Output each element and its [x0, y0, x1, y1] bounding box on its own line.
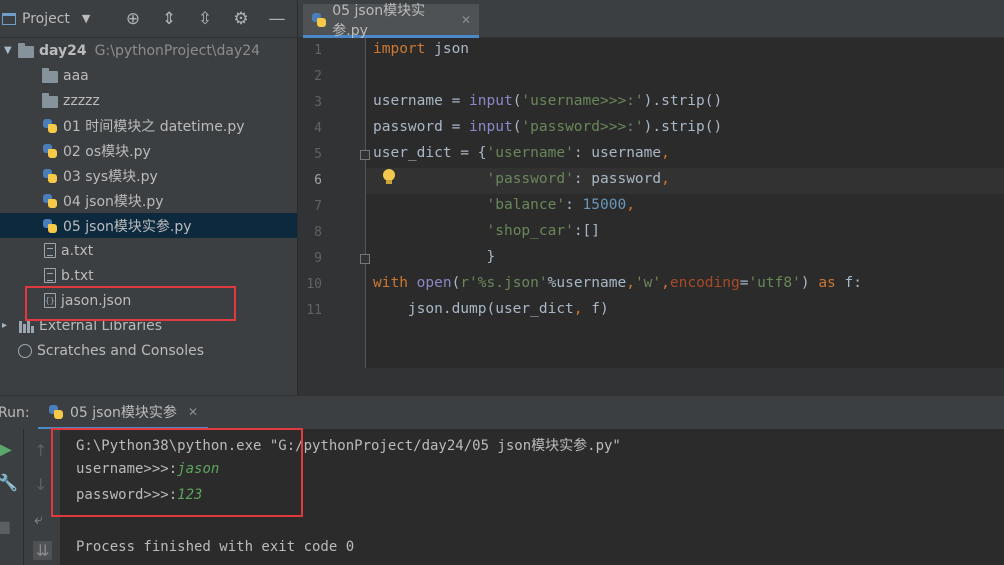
- minimize-icon[interactable]: —: [266, 8, 288, 30]
- line-number: 5: [314, 147, 322, 162]
- rerun-icon[interactable]: ▶: [0, 439, 12, 460]
- editor-footer: [298, 368, 1004, 395]
- code-line: with open(r'%s.json'%username,'w',encodi…: [373, 275, 862, 291]
- scroll-to-end-icon[interactable]: ⇊: [33, 541, 53, 560]
- project-title: Project: [22, 10, 70, 27]
- tree-item-label: aaa: [63, 67, 89, 84]
- chevron-down-icon: ▼: [81, 12, 91, 25]
- code-line: username = input('username>>>:').strip(): [373, 93, 723, 109]
- tree-item-json-py[interactable]: 04 json模块.py: [0, 188, 297, 213]
- editor-tab-label: 05 json模块实参.py: [332, 2, 426, 39]
- tree-item-b-txt[interactable]: b.txt: [0, 263, 297, 288]
- run-tool-window-bar: Run: 05 json模块实参 ✕: [0, 395, 1004, 430]
- close-icon[interactable]: ✕: [461, 13, 471, 27]
- locate-icon[interactable]: ⊕: [122, 8, 144, 30]
- editor-tab[interactable]: 05 json模块实参.py ✕: [303, 3, 479, 39]
- line-number: 8: [314, 225, 322, 240]
- highlight-box-console: [51, 428, 303, 517]
- tree-item-datetime-py[interactable]: 01 时间模块之 datetime.py: [0, 113, 297, 138]
- tree-item-label: 02 os模块.py: [63, 143, 151, 160]
- folder-icon: [42, 67, 58, 83]
- project-panel: Project ▼ ⊕ ⇕ ⇳ ⚙ — ▼ day24 G:\pythonPro…: [0, 0, 297, 395]
- python-file-icon: [42, 168, 58, 184]
- chevron-down-icon: ▼: [4, 45, 12, 56]
- python-file-icon: [48, 404, 64, 420]
- arrow-up-icon[interactable]: ↑: [34, 441, 47, 460]
- line-number: 6: [314, 173, 322, 188]
- line-number: 9: [314, 251, 322, 266]
- project-view-selector[interactable]: Project ▼: [0, 11, 90, 27]
- text-file-icon: [44, 268, 56, 283]
- editor-tab-bar: 05 json模块实参.py ✕: [298, 0, 1004, 39]
- folder-icon: [42, 92, 58, 108]
- code-line: 'shop_car':[]: [486, 223, 601, 239]
- code-line: 'password': password,: [486, 171, 670, 187]
- code-line: json.dump(user_dict, f): [373, 301, 609, 317]
- code-line: }: [373, 249, 496, 265]
- project-window-icon: [2, 12, 16, 25]
- python-file-icon: [42, 193, 58, 209]
- editor-gutter: [298, 38, 366, 395]
- line-number: 1: [314, 43, 322, 58]
- tree-item-label: zzzzz: [63, 92, 100, 109]
- stop-icon[interactable]: ■: [0, 517, 11, 536]
- tree-item-label: 01 时间模块之 datetime.py: [63, 118, 245, 135]
- close-icon[interactable]: ✕: [188, 405, 198, 419]
- wrench-icon[interactable]: 🔧: [0, 473, 18, 492]
- fold-marker[interactable]: [360, 254, 370, 264]
- tree-item-label: 04 json模块.py: [63, 193, 164, 210]
- collapse-all-icon[interactable]: ⇳: [194, 8, 216, 30]
- tree-item-label: 03 sys模块.py: [63, 168, 158, 185]
- tree-item-label: a.txt: [61, 242, 94, 259]
- tree-item-sys-py[interactable]: 03 sys模块.py: [0, 163, 297, 188]
- arrow-down-icon[interactable]: ↓: [34, 475, 47, 494]
- text-file-icon: [44, 243, 56, 258]
- code-line: password = input('password>>>:').strip(): [373, 119, 723, 135]
- tree-item-label: day24: [39, 42, 87, 59]
- line-number: 3: [314, 95, 322, 110]
- tree-item-path: G:\pythonProject\day24: [94, 42, 261, 59]
- soft-wrap-icon[interactable]: ⤶: [34, 509, 43, 529]
- chevron-right-icon: ▸: [2, 320, 8, 331]
- tree-item-os-py[interactable]: 02 os模块.py: [0, 138, 297, 163]
- gear-icon[interactable]: ⚙: [230, 8, 252, 30]
- scratches-icon: [18, 343, 32, 358]
- folder-icon: [18, 42, 34, 58]
- tree-item-label: Scratches and Consoles: [37, 342, 204, 359]
- tree-item-label: b.txt: [61, 267, 94, 284]
- tree-item-a-txt[interactable]: a.txt: [0, 238, 297, 263]
- run-label: Run:: [0, 405, 30, 421]
- tree-item-json-shican-py[interactable]: 05 json模块实参.py: [0, 213, 297, 238]
- tree-item-zzzzz[interactable]: zzzzz: [0, 88, 297, 113]
- fold-marker[interactable]: [360, 150, 370, 160]
- expand-all-icon[interactable]: ⇕: [158, 8, 180, 30]
- python-file-icon: [42, 143, 58, 159]
- highlight-box-json-file: [25, 286, 236, 321]
- tree-item-day24[interactable]: ▼ day24 G:\pythonProject\day24: [0, 38, 297, 63]
- python-file-icon: [311, 12, 326, 28]
- line-number: 11: [306, 303, 322, 318]
- code-line: user_dict = {'username': username,: [373, 145, 670, 161]
- python-file-icon: [42, 118, 58, 134]
- python-file-icon: [42, 218, 58, 234]
- tree-item-label: 05 json模块实参.py: [63, 218, 192, 235]
- run-tab[interactable]: 05 json模块实参 ✕: [38, 396, 208, 430]
- line-number: 2: [314, 69, 322, 84]
- code-line: import json: [373, 41, 470, 57]
- tree-item-scratches[interactable]: Scratches and Consoles: [0, 338, 297, 363]
- line-number: 10: [306, 277, 322, 292]
- line-number: 4: [314, 121, 322, 136]
- run-tab-label: 05 json模块实参: [70, 404, 177, 421]
- console-exit-message: Process finished with exit code 0: [76, 539, 355, 555]
- project-header: Project ▼ ⊕ ⇕ ⇳ ⚙ —: [0, 0, 297, 38]
- tree-item-aaa[interactable]: aaa: [0, 63, 297, 88]
- code-line: 'balance': 15000,: [486, 197, 635, 213]
- line-number: 7: [314, 199, 322, 214]
